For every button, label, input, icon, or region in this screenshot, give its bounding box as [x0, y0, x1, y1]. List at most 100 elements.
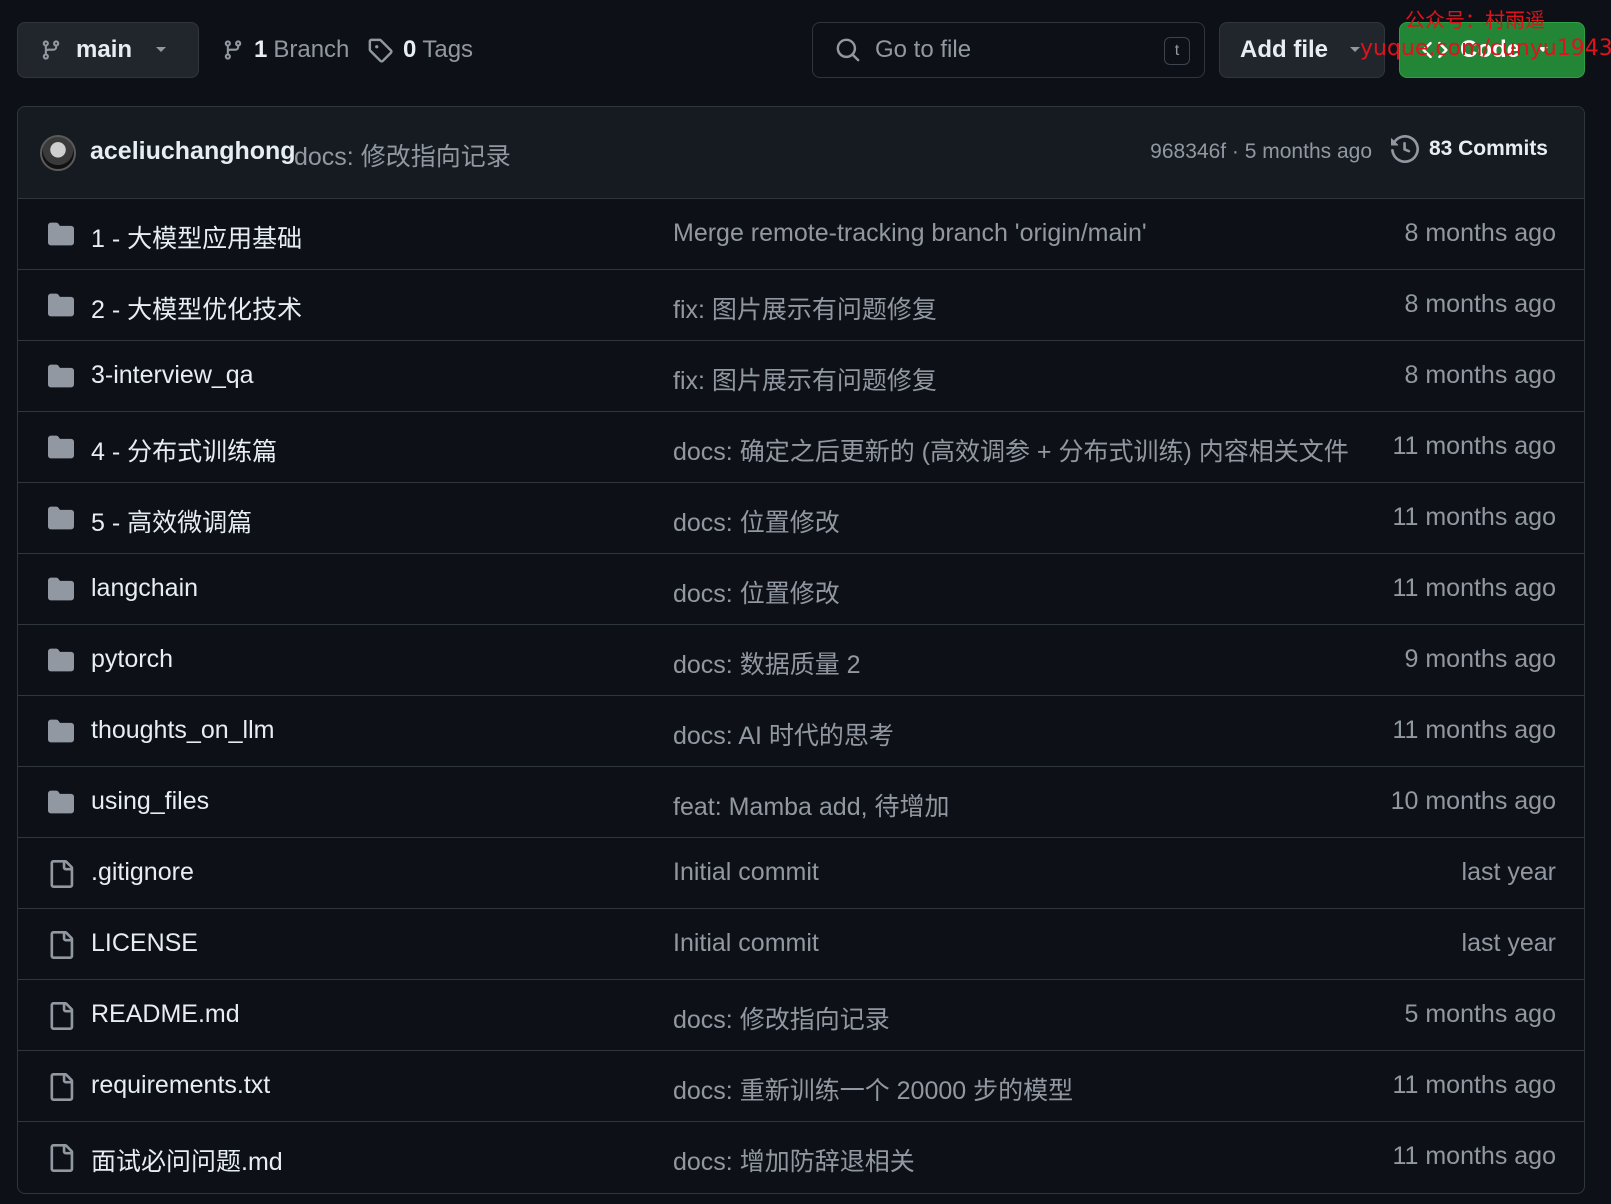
file-name-link[interactable]: pytorch [91, 645, 173, 674]
folder-icon [46, 434, 76, 460]
branches-link[interactable]: 1 Branch [222, 22, 349, 78]
commits-label: 83 Commits [1428, 137, 1548, 160]
commit-message-link[interactable]: Initial commit [673, 929, 819, 958]
file-row[interactable]: 2 - 大模型优化技术 fix: 图片展示有问题修复 8 months ago [18, 270, 1584, 341]
go-to-file-input[interactable]: Go to file t [812, 22, 1205, 78]
commit-message-link[interactable]: docs: 确定之后更新的 (高效调参 + 分布式训练) 内容相关文件 [673, 432, 1349, 468]
file-name-link[interactable]: README.md [91, 1000, 240, 1029]
tag-icon [368, 38, 393, 63]
file-row[interactable]: using_files feat: Mamba add, 待增加 10 months… [18, 767, 1584, 838]
file-name-link[interactable]: .gitignore [91, 858, 194, 887]
avatar[interactable] [40, 135, 76, 171]
commit-message-link[interactable]: docs: 修改指向记录 [673, 1000, 890, 1036]
file-name-link[interactable]: requirements.txt [91, 1071, 270, 1100]
commit-time: 8 months ago [1404, 219, 1557, 247]
commit-message-link[interactable]: docs: 数据质量 2 [673, 645, 861, 681]
commit-hash-time[interactable]: 968346f · 5 months ago [1150, 140, 1372, 164]
git-branch-icon [224, 40, 242, 60]
branch-name: main [76, 36, 133, 63]
commit-time: 5 months ago [1404, 1000, 1557, 1028]
file-icon [46, 1144, 76, 1172]
commits-link[interactable]: 83 Commits [1390, 135, 1548, 163]
commit-message-link[interactable]: fix: 图片展示有问题修复 [673, 361, 937, 397]
file-icon [46, 1002, 76, 1030]
watermark-line-1: 公众号：村雨遥 [1405, 8, 1545, 32]
commit-message-link[interactable]: docs: AI 时代的思考 [673, 716, 894, 752]
file-row[interactable]: 面试必问问题.md docs: 增加防辞退相关 11 months ago [18, 1122, 1584, 1193]
file-row[interactable]: langchain docs: 位置修改 11 months ago [18, 554, 1584, 625]
commit-time: last year [1461, 929, 1556, 957]
file-list: 1 - 大模型应用基础 Merge remote-tracking branch … [18, 199, 1584, 1193]
tag-count: 0 [403, 36, 417, 63]
file-name-link[interactable]: using_files [91, 787, 209, 816]
commit-time: 11 months ago [1392, 574, 1556, 602]
folder-icon [46, 292, 76, 318]
file-row[interactable]: LICENSE Initial commit last year [18, 909, 1584, 980]
commit-time: 8 months ago [1404, 290, 1557, 318]
commit-message-link[interactable]: Initial commit [673, 858, 819, 887]
commit-message-link[interactable]: fix: 图片展示有问题修复 [673, 290, 937, 326]
file-name-link[interactable]: langchain [91, 574, 198, 603]
latest-commit-bar: aceliuchanghong docs: 修改指向记录 968346f · 5… [18, 107, 1584, 199]
commit-time: 11 months ago [1392, 503, 1556, 531]
file-browser-panel: aceliuchanghong docs: 修改指向记录 968346f · 5… [17, 106, 1585, 1194]
git-branch-icon [42, 40, 60, 60]
file-row[interactable]: 3-interview_qa fix: 图片展示有问题修复 8 months ago [18, 341, 1584, 412]
branch-label: Branch [273, 36, 350, 63]
add-file-label: Add file [1240, 36, 1328, 63]
caret-down-icon [156, 47, 167, 52]
folder-icon [46, 221, 76, 247]
file-name-link[interactable]: 2 - 大模型优化技术 [91, 290, 302, 326]
folder-icon [46, 576, 76, 602]
commit-time: 11 months ago [1392, 716, 1556, 744]
file-row[interactable]: README.md docs: 修改指向记录 5 months ago [18, 980, 1584, 1051]
history-icon [1390, 135, 1419, 163]
commit-time: 11 months ago [1392, 1142, 1556, 1170]
commit-message-link[interactable]: docs: 增加防辞退相关 [673, 1142, 915, 1178]
tags-link[interactable]: 0 Tags [367, 22, 473, 78]
file-row[interactable]: 1 - 大模型应用基础 Merge remote-tracking branch … [18, 199, 1584, 270]
branch-select-button[interactable]: main [17, 22, 199, 78]
file-row[interactable]: 5 - 高效微调篇 docs: 位置修改 11 months ago [18, 483, 1584, 554]
file-row[interactable]: thoughts_on_llm docs: AI 时代的思考 11 months a… [18, 696, 1584, 767]
file-name-link[interactable]: LICENSE [91, 929, 198, 958]
file-name-link[interactable]: 4 - 分布式训练篇 [91, 432, 277, 468]
file-name-link[interactable]: thoughts_on_llm [91, 716, 274, 745]
commit-message-link[interactable]: Merge remote-tracking branch 'origin/mai… [673, 219, 1147, 248]
file-name-link[interactable]: 面试必问问题.md [91, 1142, 283, 1178]
folder-icon [46, 789, 76, 815]
file-name-link[interactable]: 1 - 大模型应用基础 [91, 219, 302, 255]
watermark-line-2: yuque.com/cunyu1943 [1360, 36, 1611, 61]
folder-icon [46, 363, 76, 389]
folder-icon [46, 718, 76, 744]
folder-icon [46, 505, 76, 531]
commit-author[interactable]: aceliuchanghong [90, 137, 296, 166]
file-icon [46, 1073, 76, 1101]
file-row[interactable]: .gitignore Initial commit last year [18, 838, 1584, 909]
commit-time: last year [1461, 858, 1556, 886]
commit-time: 9 months ago [1404, 645, 1557, 673]
search-shortcut-key: t [1164, 37, 1190, 65]
commit-message-link[interactable]: feat: Mamba add, 待增加 [673, 787, 950, 823]
commit-message[interactable]: docs: 修改指向记录 [294, 137, 511, 173]
repo-toolbar: main 1 Branch 0 Tags Go to file t Add fi… [0, 0, 1611, 100]
file-row[interactable]: 4 - 分布式训练篇 docs: 确定之后更新的 (高效调参 + 分布式训练) 内… [18, 412, 1584, 483]
branch-count: 1 [254, 36, 268, 63]
file-icon [46, 860, 76, 888]
tag-label: Tags [422, 36, 474, 63]
file-row[interactable]: requirements.txt docs: 重新训练一个 20000 步的模型 1… [18, 1051, 1584, 1122]
commit-message-link[interactable]: docs: 重新训练一个 20000 步的模型 [673, 1071, 1073, 1107]
search-icon [836, 38, 860, 62]
commit-time: 11 months ago [1392, 432, 1556, 460]
commit-message-link[interactable]: docs: 位置修改 [673, 503, 840, 539]
file-name-link[interactable]: 3-interview_qa [91, 361, 254, 390]
commit-time: 8 months ago [1404, 361, 1557, 389]
commit-message-link[interactable]: docs: 位置修改 [673, 574, 840, 610]
commit-time: 11 months ago [1392, 1071, 1556, 1099]
folder-icon [46, 647, 76, 673]
search-placeholder: Go to file [875, 36, 972, 63]
file-icon [46, 931, 76, 959]
file-row[interactable]: pytorch docs: 数据质量 2 9 months ago [18, 625, 1584, 696]
commit-time: 10 months ago [1390, 787, 1556, 815]
file-name-link[interactable]: 5 - 高效微调篇 [91, 503, 252, 539]
